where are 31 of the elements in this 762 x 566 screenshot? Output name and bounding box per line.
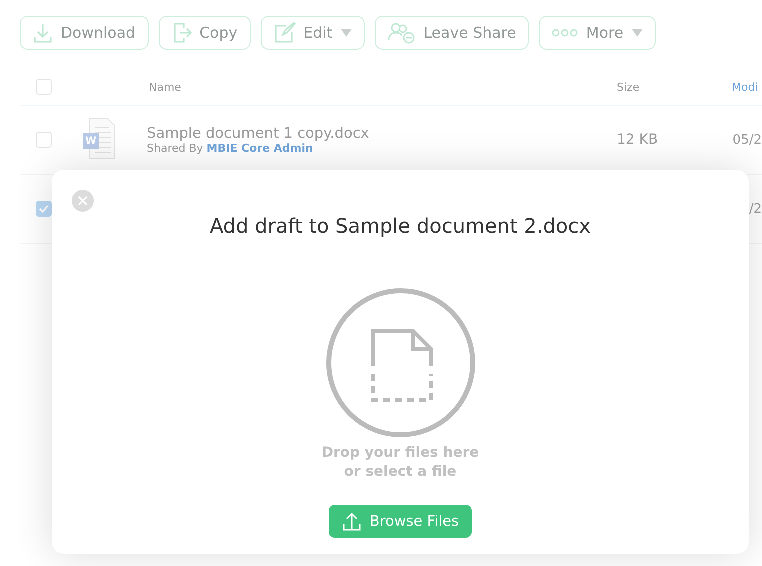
checkbox[interactable]: [36, 79, 52, 95]
toolbar-button[interactable]: Edit: [260, 16, 365, 50]
edit-icon: [274, 22, 296, 44]
close-icon[interactable]: [72, 190, 94, 212]
modified-date: 05/2: [732, 132, 762, 148]
shared-by-label: Shared By: [147, 142, 204, 154]
more-icon: [552, 28, 578, 38]
drop-instruction: Drop your files here: [322, 444, 480, 463]
word-badge: W: [83, 133, 99, 149]
column-header[interactable]: Size: [617, 80, 640, 94]
users-icon: [388, 22, 416, 44]
checkbox[interactable]: [36, 132, 52, 148]
file-size: 12 KB: [617, 132, 658, 148]
upload-icon: [342, 512, 362, 532]
file-name[interactable]: Sample document 1 copy.docx: [147, 126, 617, 142]
toolbar-button[interactable]: Leave Share: [374, 16, 530, 50]
toolbar-button[interactable]: Copy: [158, 16, 251, 50]
toolbar-button[interactable]: Download: [20, 16, 149, 50]
drop-instruction: or select a file: [343, 463, 458, 482]
export-icon: [172, 22, 192, 44]
download-icon: [33, 22, 53, 44]
dialog-title: Add draft to Sample document 2.docx: [210, 214, 592, 238]
column-header[interactable]: Modi: [732, 80, 758, 94]
modified-date: /2: [749, 202, 762, 216]
owner-link[interactable]: MBIE Core Admin: [206, 142, 314, 154]
checkbox[interactable]: [36, 201, 52, 217]
toolbar-button[interactable]: More: [539, 16, 656, 50]
file-drop-icon[interactable]: [326, 288, 476, 438]
column-header[interactable]: Name: [149, 80, 182, 94]
check-icon: [39, 204, 49, 214]
browse-files-button[interactable]: Browse Files: [328, 505, 472, 538]
